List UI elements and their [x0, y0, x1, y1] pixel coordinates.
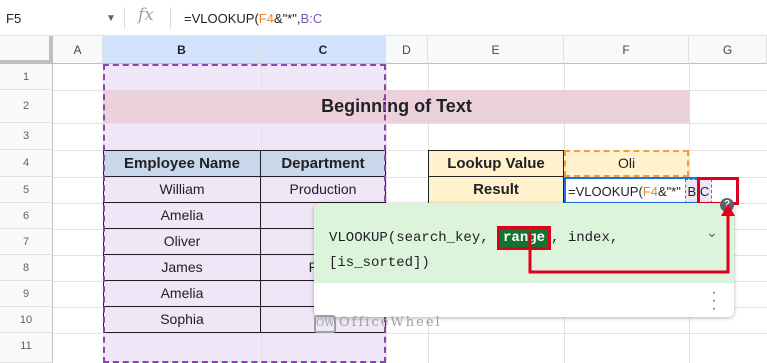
edit-ref-f4: F4: [642, 184, 658, 199]
column-header-f[interactable]: F: [564, 36, 689, 64]
banner-title: Beginning of Text: [103, 90, 690, 123]
watermark-logo-icon: OW: [314, 315, 336, 333]
gridline: [53, 123, 767, 124]
row-header-7[interactable]: 7: [0, 229, 53, 255]
row-header-2[interactable]: 2: [0, 90, 53, 123]
fx-icon: fx: [138, 5, 154, 25]
popup-signature: VLOOKUP(search_key, range, index,: [329, 226, 618, 250]
table-cell-name[interactable]: Oliver: [103, 229, 261, 255]
formula-help-popup: VLOOKUP(search_key, range, index, [is_so…: [314, 203, 734, 317]
formula-prefix: =VLOOKUP(: [184, 11, 259, 26]
row-header-6[interactable]: 6: [0, 203, 53, 229]
row-header-1[interactable]: 1: [0, 64, 53, 90]
table-cell-department[interactable]: Production: [260, 177, 386, 203]
column-header-e[interactable]: E: [428, 36, 564, 64]
edit-mid: &"*": [657, 184, 681, 199]
row-header-5[interactable]: 5: [0, 177, 53, 203]
column-header-b[interactable]: B: [103, 36, 261, 64]
result-label: Result: [428, 177, 564, 204]
popup-range-highlight: range: [497, 226, 552, 250]
table-cell-name[interactable]: William: [103, 177, 261, 203]
column-header-g[interactable]: G: [689, 36, 767, 64]
select-all-corner[interactable]: [0, 36, 53, 64]
name-box[interactable]: F5: [6, 8, 106, 30]
popup-func: VLOOKUP(search_key,: [329, 230, 498, 246]
row-header-10[interactable]: 10: [0, 307, 53, 333]
help-toggle-icon[interactable]: ?: [720, 198, 734, 212]
formula-ref-f4: F4: [258, 11, 274, 26]
edit-prefix: =VLOOKUP(: [568, 184, 643, 199]
watermark-text: OfficeWheel: [339, 315, 442, 330]
formula-bar: F5 ▼ fx =VLOOKUP(F4&"*",B:C: [0, 0, 767, 36]
divider: [170, 7, 171, 29]
row-header-4[interactable]: 4: [0, 150, 53, 177]
popup-signature-line2: [is_sorted]): [329, 255, 430, 271]
row-header-3[interactable]: 3: [0, 123, 53, 150]
popup-after-range: , index,: [551, 230, 619, 246]
formula-ref-bc: B:C: [300, 11, 323, 26]
chevron-down-icon[interactable]: ⌄: [706, 224, 718, 241]
table-header-department: Department: [260, 150, 386, 177]
formula-mid: &"*",: [273, 11, 301, 26]
row-header-9[interactable]: 9: [0, 281, 53, 307]
lookup-value-label: Lookup Value: [428, 150, 564, 177]
table-cell-name[interactable]: Amelia: [103, 281, 261, 307]
row-header-11[interactable]: 11: [0, 333, 53, 363]
column-header-d[interactable]: D: [386, 36, 428, 64]
table-cell-name[interactable]: James: [103, 255, 261, 281]
lookup-value-cell[interactable]: Oli: [564, 150, 689, 177]
table-cell-name[interactable]: Amelia: [103, 203, 261, 229]
divider: [124, 7, 125, 29]
table-header-name: Employee Name: [103, 150, 261, 177]
chevron-down-icon[interactable]: ▼: [106, 8, 116, 30]
formula-input[interactable]: =VLOOKUP(F4&"*",B:C: [184, 8, 322, 30]
column-header-a[interactable]: A: [53, 36, 103, 64]
watermark: OW OfficeWheel: [314, 315, 442, 333]
gridline: [53, 333, 767, 334]
more-vert-icon[interactable]: · · ·: [709, 285, 719, 317]
column-header-c[interactable]: C: [261, 36, 386, 64]
table-cell-name[interactable]: Sophia: [103, 307, 261, 333]
row-header-8[interactable]: 8: [0, 255, 53, 281]
